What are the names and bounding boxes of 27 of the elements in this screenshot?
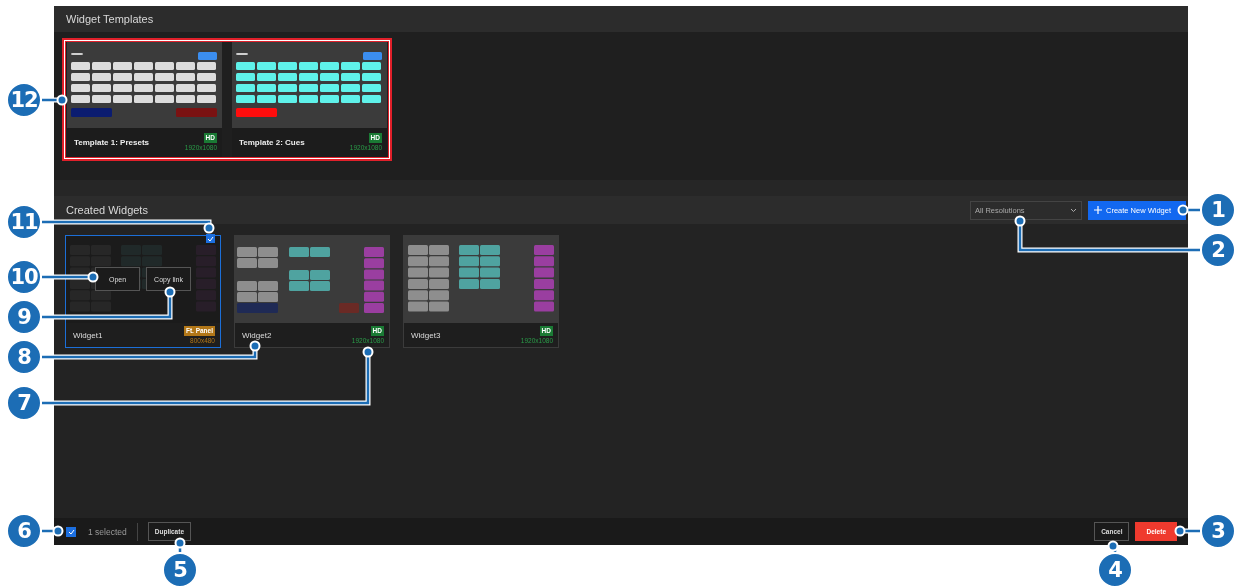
chevron-icon	[1070, 207, 1077, 213]
callout-number: 1	[1200, 192, 1236, 228]
plus-icon	[1094, 206, 1102, 214]
callout-number: 11	[6, 204, 42, 240]
widget-name: Widget3	[411, 330, 441, 340]
callout-number: 9	[6, 299, 42, 335]
template-title: Template 2: Cues	[239, 138, 305, 147]
widget-name: Widget1	[73, 330, 103, 340]
template-title: Template 1: Presets	[74, 138, 149, 147]
checkbox[interactable]	[206, 234, 215, 243]
callout-number: 7	[6, 385, 42, 421]
callout-number: 6	[6, 513, 42, 549]
callout-number: 12	[6, 82, 42, 118]
widget-name: Widget2	[242, 330, 272, 340]
callout-number: 4	[1097, 552, 1133, 588]
leader-line	[42, 94, 68, 106]
callout-number: 8	[6, 339, 42, 375]
callout-number: 5	[162, 552, 198, 588]
callout-number: 3	[1200, 513, 1236, 549]
select-all-checkbox[interactable]	[66, 526, 76, 537]
selection-count: 1 selected	[88, 526, 127, 537]
leader-line	[1174, 525, 1200, 537]
leader-line	[42, 271, 99, 283]
callout-number: 2	[1200, 232, 1236, 268]
section-title: Created Widgets	[66, 204, 148, 216]
callout-number: 10	[6, 259, 42, 295]
section-title: Widget Templates	[66, 13, 154, 25]
